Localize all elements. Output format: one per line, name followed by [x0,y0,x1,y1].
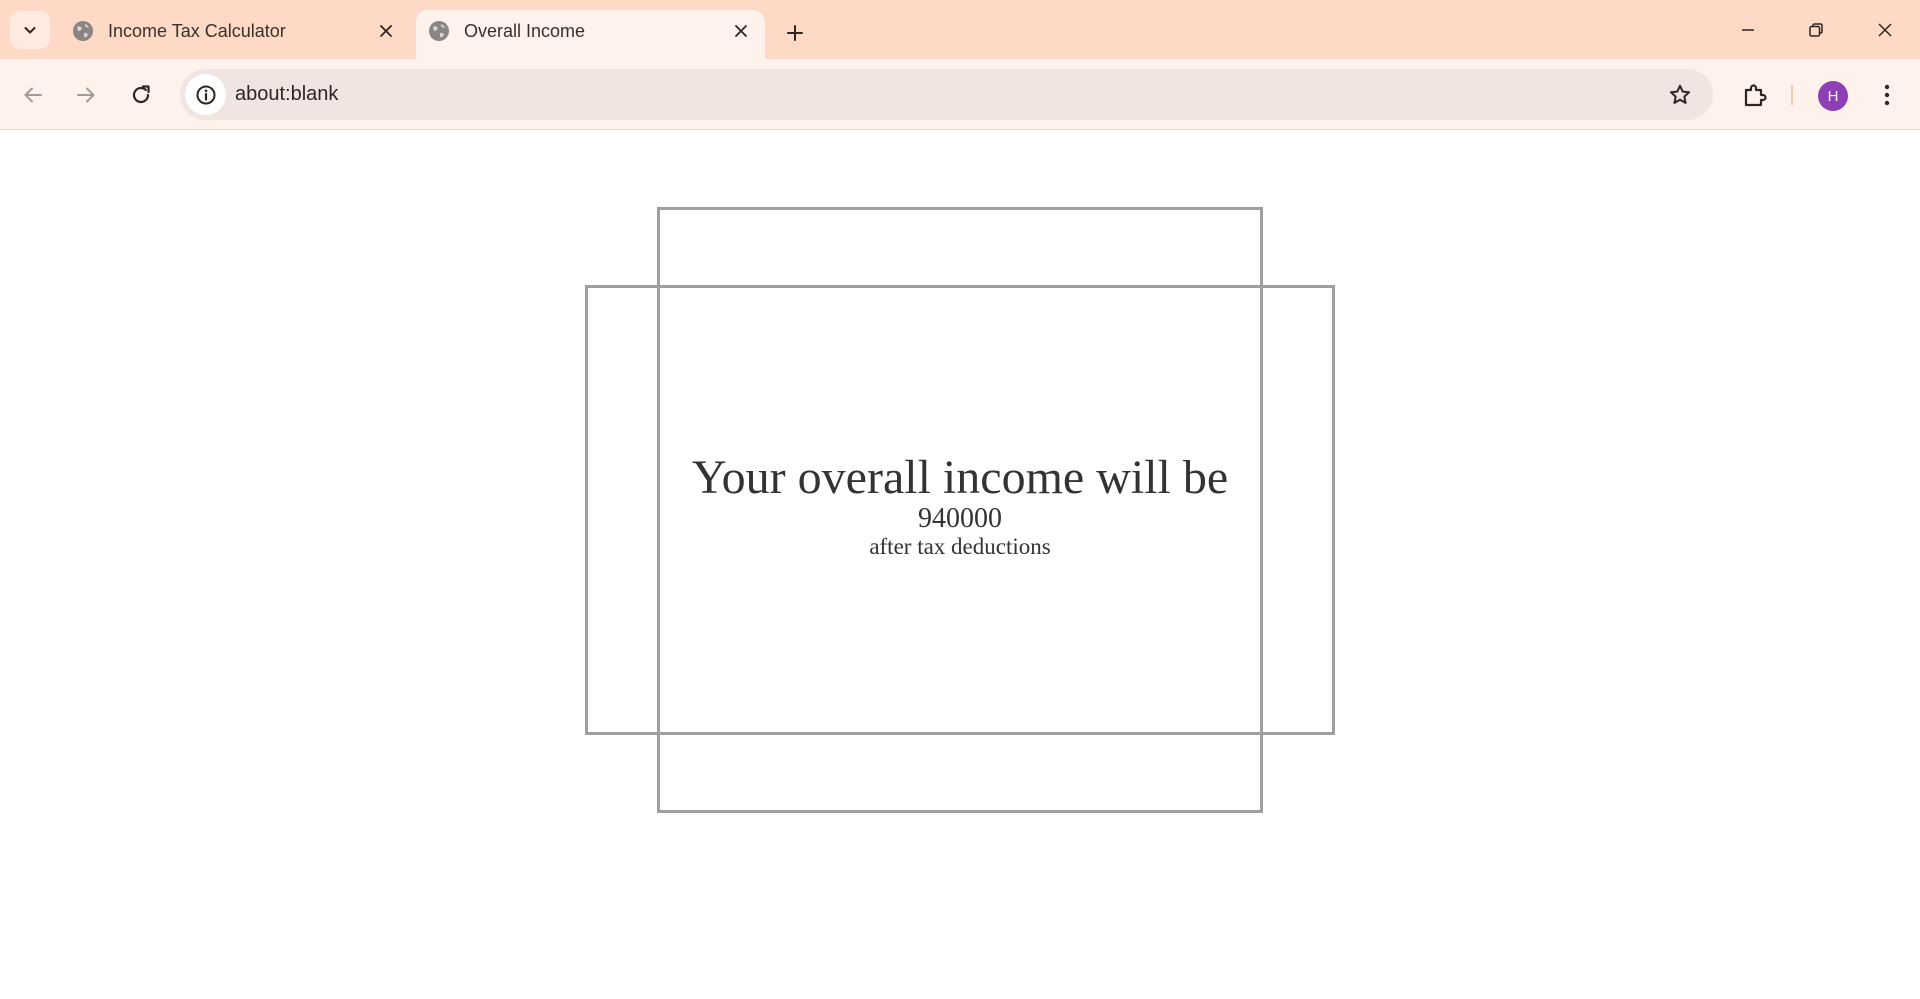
restore-icon [1809,23,1823,37]
tab-strip: Income Tax Calculator Overall Income [0,0,1920,59]
page-viewport: Your overall income will be 940000 after… [0,131,1920,999]
income-result: Your overall income will be 940000 after… [585,451,1335,561]
url-text[interactable]: about:blank [235,83,338,106]
close-icon[interactable] [731,21,751,41]
info-icon [196,85,215,104]
more-vertical-icon [1884,84,1890,106]
tab-overall-income[interactable]: Overall Income [416,10,765,59]
toolbar-separator [1791,85,1793,105]
close-icon[interactable] [376,21,396,41]
arrow-right-icon [77,87,95,103]
plus-icon [787,25,803,41]
restore-button[interactable] [1793,12,1839,48]
reload-button[interactable] [121,75,161,115]
globe-icon [73,21,93,41]
site-info-button[interactable] [185,74,226,115]
profile-avatar[interactable]: H [1818,81,1848,111]
back-button[interactable] [13,75,53,115]
extensions-button[interactable] [1735,75,1775,115]
tab-title: Overall Income [464,21,586,41]
address-bar[interactable]: about:blank [180,69,1713,120]
puzzle-icon [1744,84,1767,107]
star-icon [1670,84,1690,104]
income-amount: 940000 [918,503,1002,534]
forward-button[interactable] [66,75,106,115]
tab-title: Income Tax Calculator [108,21,286,41]
globe-icon [429,21,449,41]
browser-menu-button[interactable] [1870,75,1904,115]
close-icon [1878,23,1892,37]
result-note: after tax deductions [869,534,1051,559]
tab-search-button[interactable] [10,11,50,49]
bookmark-button[interactable] [1665,80,1695,110]
result-headline: Your overall income will be [691,451,1229,504]
chevron-down-icon [24,27,36,34]
browser-toolbar: about:blank H [0,59,1920,130]
close-window-button[interactable] [1862,12,1908,48]
arrow-left-icon [24,87,42,103]
new-tab-button[interactable] [778,16,812,50]
tab-income-tax-calculator[interactable]: Income Tax Calculator [60,10,410,59]
reload-icon [132,85,150,104]
minimize-icon [1742,29,1754,31]
minimize-button[interactable] [1725,12,1771,48]
profile-initial: H [1827,87,1839,105]
